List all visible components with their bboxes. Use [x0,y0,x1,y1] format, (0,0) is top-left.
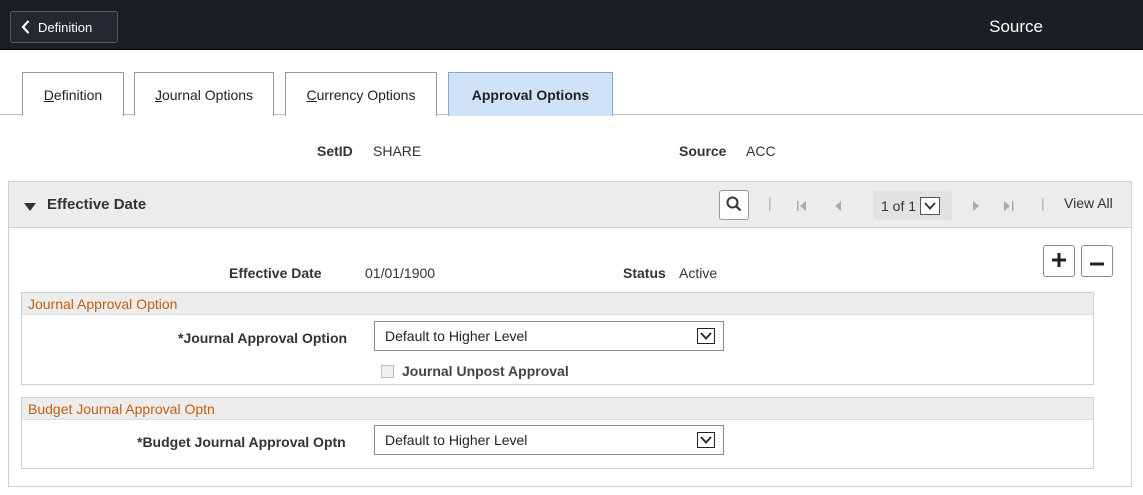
effective-date-header[interactable]: Effective Date | 1 of 1 | View All [9,182,1131,228]
tab-label: Currency Options [306,86,416,103]
tab-approval-options[interactable]: Approval Options [448,72,613,116]
journal-approval-option-select[interactable]: Default to Higher Level [374,321,724,351]
budget-approval-section-title: Budget Journal Approval Optn [22,398,1093,420]
top-bar: Definition Source [0,0,1143,50]
tab-label: Approval Options [471,86,590,103]
delete-row-button[interactable] [1081,245,1113,277]
find-button[interactable] [719,190,749,220]
budget-approval-option-label: *Budget Journal Approval Optn [137,434,346,450]
tab-currency-options[interactable]: Currency Options [285,72,437,116]
budget-approval-section: Budget Journal Approval Optn *Budget Jou… [21,397,1094,469]
tab-label: Journal Options [154,86,254,103]
back-button-label: Definition [38,19,93,35]
journal-unpost-approval-label: Journal Unpost Approval [402,363,569,379]
separator: | [1041,195,1045,211]
budget-approval-option-value: Default to Higher Level [385,432,528,448]
first-page-icon[interactable] [797,198,807,214]
status-value: Active [679,265,718,281]
search-icon [726,196,742,215]
previous-page-icon[interactable] [835,198,842,214]
page-title: Source [989,17,1043,36]
collapse-caret-icon[interactable] [24,199,36,215]
journal-approval-option-value: Default to Higher Level [385,328,528,344]
pager-select[interactable]: 1 of 1 [873,191,952,220]
setid-label: SetID [317,143,353,159]
tab-label: Definition [43,86,103,103]
tab-journal-options[interactable]: Journal Options [134,72,274,116]
separator: | [768,195,772,211]
chevron-down-icon [920,196,941,215]
back-button[interactable]: Definition [10,11,118,43]
effective-date-title: Effective Date [47,196,147,213]
next-page-icon[interactable] [973,198,980,214]
budget-approval-option-select[interactable]: Default to Higher Level [374,425,724,455]
effective-date-value: 01/01/1900 [365,265,436,281]
effective-date-group: Effective Date | 1 of 1 | View All Effec… [8,181,1132,487]
add-row-button[interactable] [1043,245,1075,277]
effective-date-label: Effective Date [229,265,322,281]
status-label: Status [623,265,666,281]
plus-icon [1052,252,1066,270]
journal-approval-option-label: *Journal Approval Option [178,330,348,346]
source-value: ACC [746,143,776,159]
chevron-left-icon [21,20,30,34]
source-label: Source [679,143,727,159]
last-page-icon[interactable] [1004,198,1014,214]
journal-unpost-approval-checkbox[interactable] [381,365,394,378]
view-all-link[interactable]: View All [1064,195,1113,211]
journal-approval-section: Journal Approval Option *Journal Approva… [21,292,1094,385]
minus-icon [1090,253,1104,269]
chevron-down-icon [697,328,715,344]
pager-count: 1 of 1 [881,197,917,214]
tab-bar: Definition Journal Options Currency Opti… [0,60,1143,116]
tab-definition[interactable]: Definition [22,72,124,116]
setid-value: SHARE [373,143,422,159]
chevron-down-icon [697,432,715,448]
journal-approval-section-title: Journal Approval Option [22,293,1093,315]
